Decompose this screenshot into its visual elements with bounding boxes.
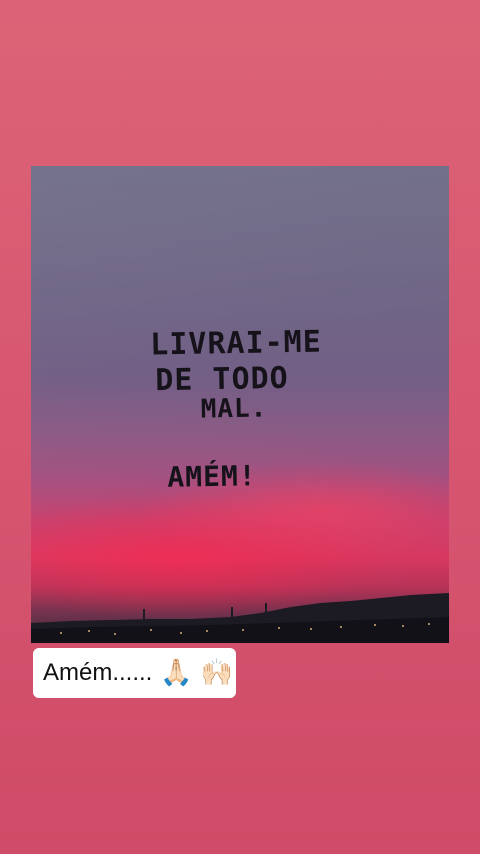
- city-skyline: [31, 593, 449, 643]
- caption-sticker[interactable]: Amém...... 🙏🏻 🙌🏻: [33, 648, 236, 698]
- caption-text: Amém......: [43, 659, 153, 686]
- praying-hands-icon: 🙏🏻: [160, 658, 193, 688]
- sunset-photo: LIVRAI-ME DE TODO MAL. AMÉM!: [31, 166, 449, 643]
- raising-hands-icon: 🙌🏻: [200, 658, 234, 688]
